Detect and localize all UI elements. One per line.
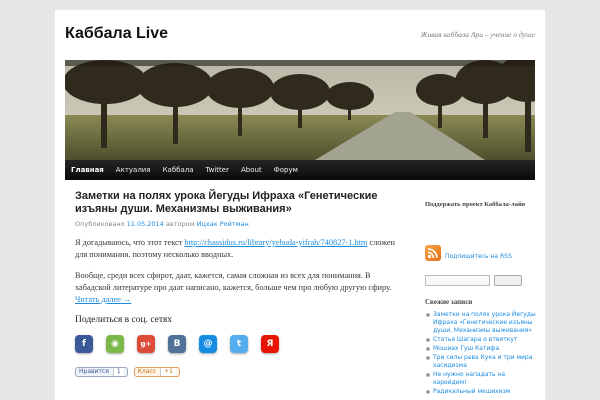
search-input[interactable]	[425, 275, 490, 286]
post-p1-start: Я догадываюсь, что этот текст	[75, 238, 185, 247]
class-label: Класс	[137, 368, 157, 375]
share-heading: Поделиться в соц. сетях	[75, 315, 173, 325]
search-form	[425, 275, 540, 286]
post: Заметки на полях урока Йегуды Ифраха «Ге…	[75, 190, 395, 377]
nav-item-home[interactable]: Главная	[65, 160, 110, 180]
share-buttons: f ◉ g+ В @ t Я	[75, 335, 395, 353]
recent-post-item[interactable]: Заметки на полях урока Йегуды Ифраха «Ге…	[425, 311, 540, 335]
rss-widget[interactable]: Подпишитесь на RSS	[425, 245, 540, 261]
google-plus-icon[interactable]: g+	[137, 335, 155, 353]
source-link[interactable]: http://chassidus.ru/library/yehuda-yifra…	[184, 238, 367, 247]
site-description: Живая каббала Ари – учение о душе	[420, 30, 535, 39]
nav-item-actualia[interactable]: Актуалия	[110, 160, 157, 180]
nav-item-kabbalah[interactable]: Каббала	[157, 160, 200, 180]
vkontakte-icon[interactable]: В	[168, 335, 186, 353]
like-button[interactable]: Нравится 1	[75, 367, 128, 377]
rss-link[interactable]: Подпишитесь на RSS	[445, 253, 512, 260]
post-p2-text: Вообще, среди всех сфирот, даат, кажется…	[75, 271, 392, 292]
site-title[interactable]: Каббала Live	[65, 25, 168, 43]
read-more-link[interactable]: Читать далее →	[75, 295, 131, 304]
mail-icon[interactable]: @	[199, 335, 217, 353]
post-paragraph-1: Я догадываюсь, что этот текст http://cha…	[75, 237, 395, 261]
recent-post-item[interactable]: Мошиах Гуш Катифа	[425, 345, 540, 353]
post-paragraph-2: Вообще, среди всех сфирот, даат, кажется…	[75, 270, 395, 306]
page: Каббала Live Живая каббала Ари – учение …	[55, 10, 545, 400]
twitter-icon[interactable]: t	[230, 335, 248, 353]
post-title[interactable]: Заметки на полях урока Йегуды Ифраха «Ге…	[75, 190, 395, 216]
like-label: Нравится	[79, 368, 109, 375]
livejournal-icon[interactable]: ◉	[106, 335, 124, 353]
post-meta-prefix: Опубликовано	[75, 220, 125, 228]
post-body: Я догадываюсь, что этот текст http://cha…	[75, 237, 395, 306]
post-date-link[interactable]: 11.05.2014	[127, 220, 164, 228]
recent-post-item[interactable]: Три силы рава Кука и три мира хасидизма	[425, 354, 540, 370]
recent-posts: Заметки на полях урока Йегуды Ифраха «Ге…	[425, 311, 540, 396]
post-meta-by: автором	[165, 220, 195, 228]
post-author-link[interactable]: Ицхак Ройтман	[197, 220, 249, 228]
nav-item-about[interactable]: About	[235, 160, 268, 180]
recent-post-item[interactable]: Радикальный мешихизм	[425, 388, 540, 396]
nav-item-twitter[interactable]: Twitter	[200, 160, 235, 180]
recent-posts-title: Свежие записи	[425, 298, 473, 306]
facebook-icon[interactable]: f	[75, 335, 93, 353]
recent-post-item[interactable]: Не нужно нападать на харейдим!	[425, 371, 540, 387]
header-landscape	[65, 60, 535, 160]
like-count: 1	[112, 368, 124, 376]
search-button[interactable]	[494, 275, 522, 286]
rss-icon[interactable]	[425, 245, 441, 261]
recent-post-item[interactable]: Статья Шагара о втвиткут	[425, 336, 540, 344]
post-meta: Опубликовано 11.05.2014 автором Ицхак Ро…	[75, 220, 395, 228]
header-image	[65, 60, 535, 160]
support-title: Поддержать проект Каббала-лайв	[425, 201, 526, 208]
yandex-icon[interactable]: Я	[261, 335, 279, 353]
like-counters: Нравится 1 Класс +1	[75, 367, 395, 377]
main-nav: Главная Актуалия Каббала Twitter About Ф…	[65, 160, 535, 180]
class-button[interactable]: Класс +1	[133, 367, 180, 377]
rss-glyph	[427, 248, 438, 259]
sidebar: Поддержать проект Каббала-лайв Подпишите…	[425, 200, 540, 397]
class-count: +1	[160, 368, 176, 376]
nav-item-forum[interactable]: Форум	[268, 160, 304, 180]
